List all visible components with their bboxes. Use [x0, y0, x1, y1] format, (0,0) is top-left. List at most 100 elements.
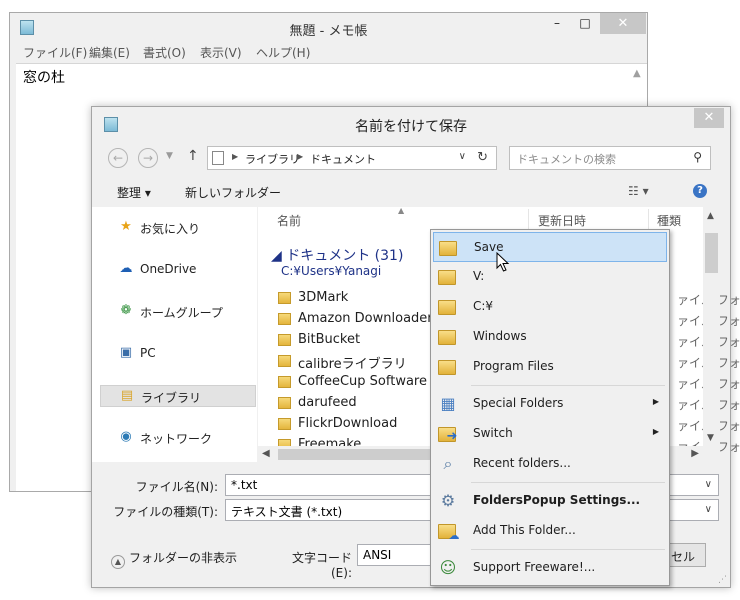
computer-icon: ▣	[119, 345, 133, 360]
breadcrumb-libraries[interactable]: ライブラリ	[245, 151, 300, 167]
nav-label: ホームグループ	[140, 306, 223, 320]
hide-folders-button[interactable]: ▲ フォルダーの非表示	[111, 549, 237, 569]
menu-item-special-folders[interactable]: ▦ Special Folders ▶	[433, 389, 667, 419]
search-input[interactable]: ドキュメントの検索 ⚲	[509, 146, 711, 170]
menu-item-v-drive[interactable]: V:	[433, 262, 667, 292]
sort-ascending-icon: ▲	[398, 206, 405, 215]
help-button[interactable]: ?	[693, 184, 707, 198]
folder-icon	[278, 292, 291, 304]
recent-locations-dropdown[interactable]: ▼	[166, 151, 173, 161]
column-header-name[interactable]: 名前	[277, 212, 301, 229]
scroll-down-icon[interactable]: ▼	[707, 433, 714, 443]
column-divider[interactable]	[648, 209, 649, 229]
organize-button[interactable]: 整理 ▾	[117, 184, 151, 201]
up-button[interactable]: ↑	[187, 148, 199, 164]
switch-icon: ➜	[438, 424, 458, 444]
close-button[interactable]: ✕	[600, 13, 646, 34]
address-bar[interactable]: ▶ ライブラリ ▶ ドキュメント ∨ ↻	[207, 146, 497, 170]
scroll-up-icon[interactable]: ▲	[633, 68, 641, 79]
forward-button[interactable]: →	[138, 148, 158, 168]
menu-item-settings[interactable]: ⚙ FoldersPopup Settings...	[433, 486, 667, 516]
menu-item-c-drive[interactable]: C:¥	[433, 292, 667, 322]
notepad-titlebar[interactable]: 無題 - メモ帳 – □ ✕	[10, 13, 647, 42]
column-divider[interactable]	[528, 209, 529, 229]
arrow-right-icon: →	[142, 151, 154, 165]
star-icon: ★	[120, 219, 132, 234]
file-name: FlickrDownload	[298, 416, 398, 431]
nav-item-onedrive[interactable]: ☁ OneDrive	[100, 259, 256, 281]
file-list-vscrollbar[interactable]: ▲ ▼	[703, 207, 720, 463]
scroll-left-icon[interactable]: ◀	[262, 448, 270, 459]
filetype-value: テキスト文書 (*.txt)	[231, 505, 343, 519]
special-folders-icon: ▦	[440, 394, 456, 413]
menu-separator	[471, 385, 665, 386]
search-placeholder: ドキュメントの検索	[517, 153, 616, 166]
submenu-arrow-icon: ▶	[652, 397, 659, 406]
group-header[interactable]: ◢ ドキュメント (31)	[271, 245, 403, 265]
folders-popup-menu: Save V: C:¥ Windows Program Files ▦ Spec…	[430, 229, 670, 586]
file-name: BitBucket	[298, 332, 361, 347]
scroll-right-icon[interactable]: ▶	[691, 448, 699, 459]
folder-icon	[438, 327, 458, 347]
menu-format[interactable]: 書式(O)	[143, 44, 186, 61]
resize-grip-icon[interactable]: ⋰	[718, 575, 727, 585]
nav-item-network[interactable]: ◉ ネットワーク	[100, 427, 256, 449]
navigation-pane: ★ お気に入り ☁ OneDrive ❁ ホームグループ ▣ PC ▤ ライブラ…	[92, 207, 257, 462]
menu-item-windows[interactable]: Windows	[433, 322, 667, 352]
menu-item-switch[interactable]: ➜ Switch ▶	[433, 419, 667, 449]
scroll-up-icon[interactable]: ▲	[707, 211, 714, 221]
file-name: CoffeeCup Software	[298, 374, 427, 389]
nav-label: ライブラリ	[141, 391, 202, 405]
chevron-down-icon[interactable]: ∨	[705, 504, 712, 515]
menu-item-support[interactable]: ☺ Support Freeware!...	[433, 553, 667, 583]
nav-item-libraries[interactable]: ▤ ライブラリ	[100, 385, 256, 407]
nav-label: お気に入り	[140, 222, 201, 236]
view-options-button[interactable]: ☷ ▾	[628, 184, 649, 198]
menu-separator	[471, 549, 665, 550]
maximize-button[interactable]: □	[571, 13, 599, 34]
folder-icon	[278, 334, 291, 346]
dialog-close-button[interactable]: ✕	[694, 108, 724, 128]
menu-item-label: Special Folders	[473, 396, 564, 410]
chevron-right-icon[interactable]: ▶	[297, 152, 303, 161]
address-dropdown-icon[interactable]: ∨	[459, 151, 466, 162]
menu-help[interactable]: ヘルプ(H)	[256, 44, 310, 61]
back-button[interactable]: ←	[108, 148, 128, 168]
homegroup-icon: ❁	[120, 303, 132, 318]
menu-separator	[471, 482, 665, 483]
chevron-right-icon[interactable]: ▶	[232, 152, 238, 161]
notepad-menubar: ファイル(F) 編集(E) 書式(O) 表示(V) ヘルプ(H)	[10, 42, 647, 62]
menu-item-label: Windows	[473, 329, 527, 343]
nav-label: PC	[140, 346, 156, 360]
menu-view[interactable]: 表示(V)	[200, 44, 242, 61]
scroll-thumb[interactable]	[705, 233, 718, 273]
menu-item-recent-folders[interactable]: ⌕ Recent folders...	[433, 449, 667, 479]
search-icon[interactable]: ⚲	[693, 150, 702, 164]
menu-edit[interactable]: 編集(E)	[89, 44, 130, 61]
refresh-icon[interactable]: ↻	[477, 150, 488, 165]
menu-item-add-folder[interactable]: ☁ Add This Folder...	[433, 516, 667, 546]
settings-icon: ⚙	[440, 491, 456, 510]
breadcrumb-documents[interactable]: ドキュメント	[310, 151, 376, 167]
column-header-type[interactable]: 種類	[657, 212, 681, 229]
notepad-text: 窓の杜	[23, 70, 65, 86]
menu-item-label: V:	[473, 269, 485, 283]
folder-icon	[278, 397, 291, 409]
menu-file[interactable]: ファイル(F)	[23, 44, 87, 61]
document-icon	[212, 151, 224, 165]
network-icon: ◉	[120, 429, 132, 444]
support-icon: ☺	[439, 558, 457, 577]
column-header-date[interactable]: 更新日時	[538, 212, 586, 229]
minimize-button[interactable]: –	[543, 13, 571, 34]
nav-item-pc[interactable]: ▣ PC	[100, 343, 256, 365]
file-name: calibreライブラリ	[298, 357, 407, 372]
new-folder-button[interactable]: 新しいフォルダー	[185, 184, 281, 201]
nav-item-favorites[interactable]: ★ お気に入り	[100, 217, 256, 239]
arrow-left-icon: ←	[112, 151, 124, 165]
menu-item-save[interactable]: Save	[433, 232, 667, 262]
nav-item-homegroup[interactable]: ❁ ホームグループ	[100, 301, 256, 323]
menu-item-program-files[interactable]: Program Files	[433, 352, 667, 382]
chevron-down-icon[interactable]: ∨	[705, 479, 712, 490]
recent-folders-icon: ⌕	[443, 454, 453, 473]
filetype-label: ファイルの種類(T):	[113, 505, 218, 519]
